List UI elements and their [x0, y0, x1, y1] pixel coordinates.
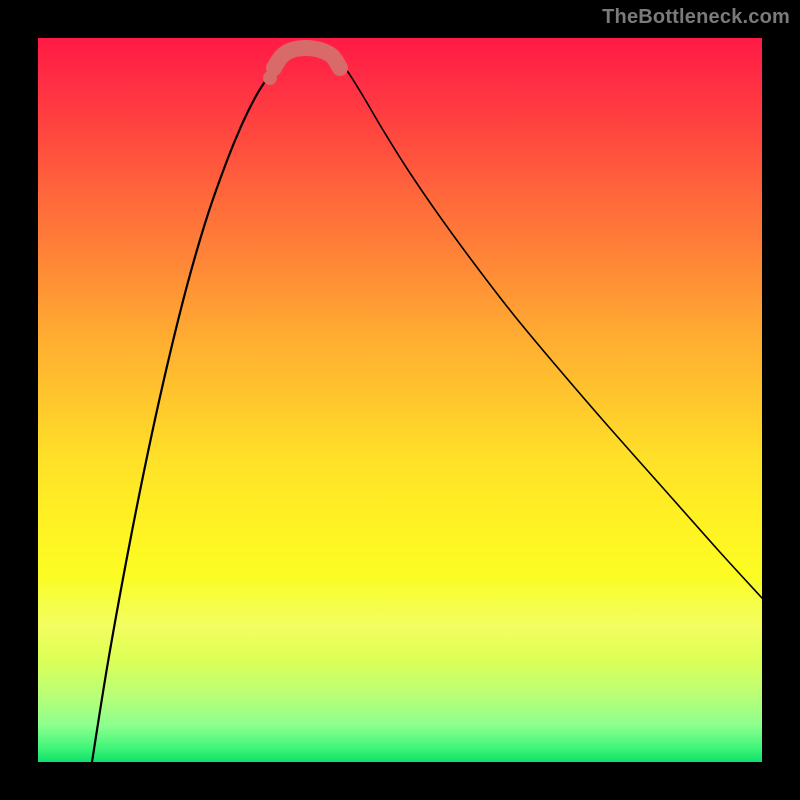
right-curve: [340, 62, 762, 598]
outer-frame: TheBottleneck.com: [0, 0, 800, 800]
plot-area: [38, 38, 762, 762]
watermark-text: TheBottleneck.com: [602, 6, 790, 29]
highlight-dot: [263, 71, 277, 85]
chart-svg: [38, 38, 762, 762]
highlight-bump: [274, 48, 340, 68]
left-curve: [92, 62, 279, 762]
